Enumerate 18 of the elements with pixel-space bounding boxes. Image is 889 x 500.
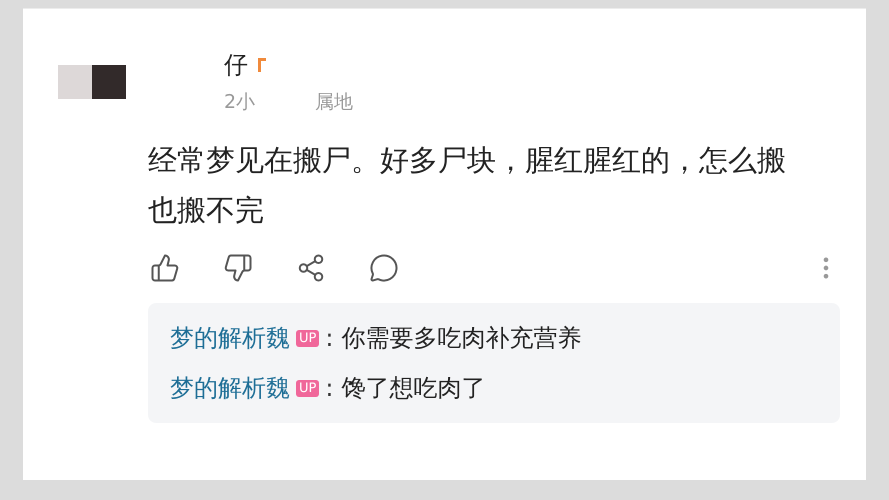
comment-meta: 属地: [315, 90, 354, 115]
comment-icon[interactable]: [369, 253, 399, 283]
up-badge: UP: [296, 330, 320, 346]
comment-text: 经常梦见在搬尸。好多尸块，腥红腥红的，怎么搬也搬不完: [148, 142, 787, 229]
level-badge-icon: [258, 58, 266, 72]
up-badge: UP: [296, 380, 320, 396]
reply-text: 馋了想吃肉了: [341, 373, 486, 404]
username[interactable]: 仔: [224, 49, 248, 81]
share-icon[interactable]: [296, 253, 326, 283]
avatar[interactable]: [58, 65, 126, 99]
thumbs-down-icon[interactable]: [223, 253, 253, 283]
thumbs-up-icon[interactable]: [150, 253, 180, 283]
reply-author[interactable]: 梦的解析魏: [170, 369, 290, 407]
reply-author[interactable]: 梦的解析魏: [170, 319, 290, 357]
reply-text: 你需要多吃肉补充营养: [341, 323, 582, 354]
reply-separator: :: [325, 373, 334, 404]
reply-separator: :: [325, 323, 334, 354]
comment-meta: 2小: [224, 90, 256, 115]
